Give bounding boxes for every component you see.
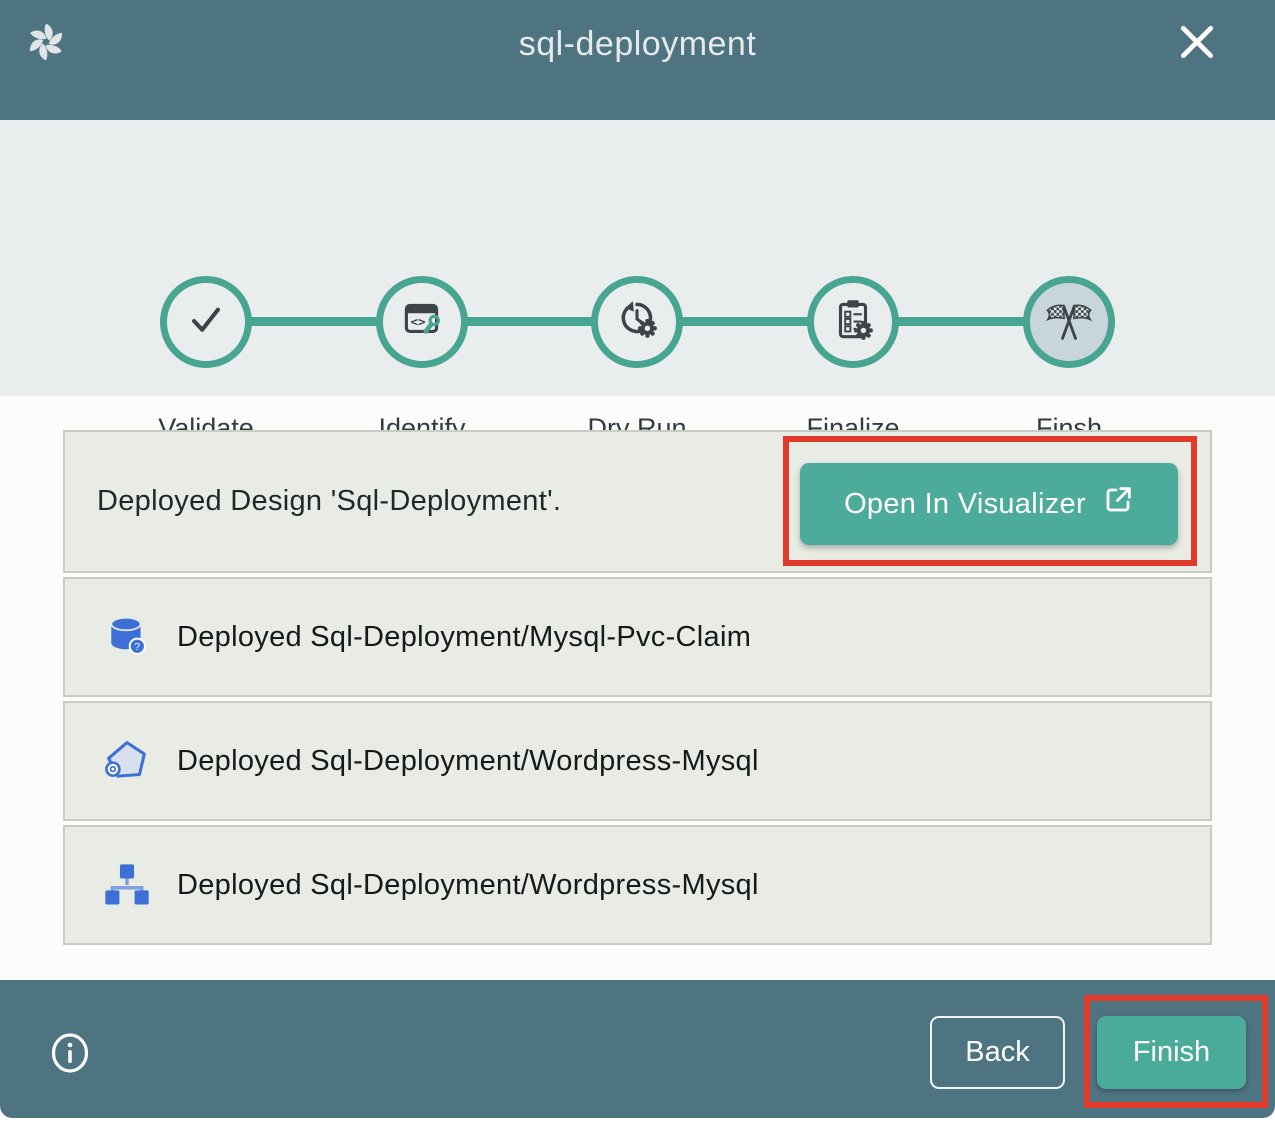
- info-icon[interactable]: [48, 1031, 92, 1075]
- open-in-visualizer-button[interactable]: Open In Visualizer: [800, 463, 1178, 545]
- step-finish[interactable]: [1023, 276, 1115, 368]
- deploy-summary-text: Deployed Design 'Sql-Deployment'.: [97, 485, 561, 518]
- modal-footer: [0, 980, 1275, 1118]
- step-connector: [681, 317, 809, 326]
- deployed-item-text: Deployed Sql-Deployment/Mysql-Pvc-Claim: [177, 621, 751, 654]
- modal-title: sql-deployment: [0, 0, 1275, 88]
- back-button[interactable]: Back: [930, 1016, 1065, 1089]
- pentagon-icon: [101, 735, 153, 787]
- deployed-item-row: Deployed Sql-Deployment/Wordpress-Mysql: [63, 825, 1212, 945]
- dry-run-icon: [612, 295, 662, 350]
- code-config-icon: <>: [397, 295, 447, 350]
- check-icon: [180, 294, 232, 351]
- external-link-icon: [1102, 484, 1134, 524]
- database-icon: ?: [101, 611, 153, 663]
- deployed-item-text: Deployed Sql-Deployment/Wordpress-Mysql: [177, 869, 759, 902]
- wizard-stepper: <>: [0, 120, 1275, 396]
- step-connector: [897, 317, 1025, 326]
- svg-text:?: ?: [134, 642, 140, 653]
- step-finalize-deployment[interactable]: [807, 276, 899, 368]
- deployed-item-row: Deployed Sql-Deployment/Wordpress-Mysql: [63, 701, 1212, 821]
- step-connector: [250, 317, 378, 326]
- sitemap-icon: [101, 859, 153, 911]
- finish-button[interactable]: Finish: [1097, 1016, 1246, 1089]
- close-icon[interactable]: [1177, 22, 1217, 62]
- step-dry-run[interactable]: [591, 276, 683, 368]
- modal-header: sql-deployment: [0, 0, 1275, 120]
- step-validate-design[interactable]: [160, 276, 252, 368]
- deployed-item-text: Deployed Sql-Deployment/Wordpress-Mysql: [177, 745, 759, 778]
- finish-flags-icon: [1043, 294, 1095, 351]
- step-connector: [466, 317, 593, 326]
- open-in-visualizer-label: Open In Visualizer: [844, 488, 1086, 521]
- clipboard-gear-icon: [828, 295, 878, 350]
- step-identify-environments[interactable]: <>: [376, 276, 468, 368]
- deployed-item-row: ? Deployed Sql-Deployment/Mysql-Pvc-Clai…: [63, 577, 1212, 697]
- deployment-wizard-modal: sql-deployment <>: [0, 0, 1275, 1118]
- svg-text:<>: <>: [411, 314, 426, 329]
